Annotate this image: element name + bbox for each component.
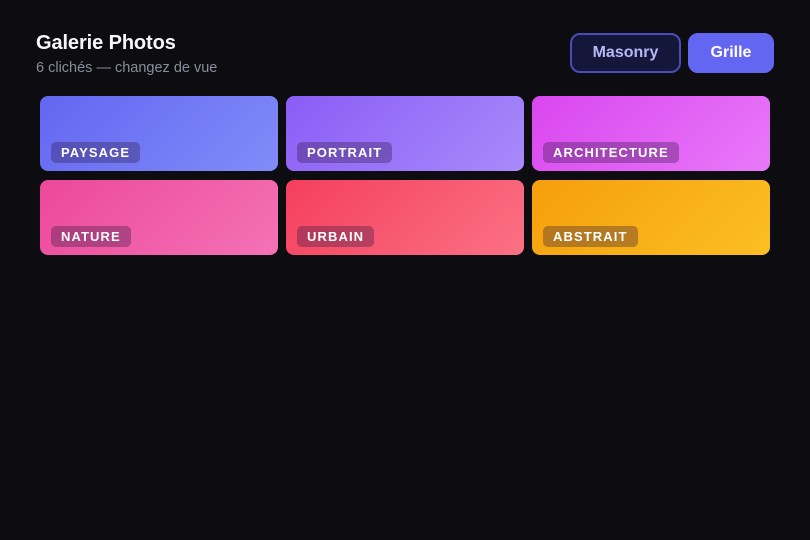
- view-toggle: Masonry Grille: [570, 33, 774, 73]
- gallery-app: Galerie Photos 6 clichés — changez de vu…: [0, 0, 810, 540]
- photo-category-label: PORTRAIT: [297, 142, 393, 163]
- photo-grid: PAYSAGE PORTRAIT ARCHITECTURE NATURE URB…: [40, 96, 770, 255]
- grid-view-button[interactable]: Grille: [688, 33, 774, 73]
- photo-card-urbain[interactable]: URBAIN: [286, 180, 524, 255]
- photo-category-label: PAYSAGE: [51, 142, 141, 163]
- photo-category-label: ARCHITECTURE: [543, 142, 679, 163]
- photo-category-label: NATURE: [51, 226, 131, 247]
- photo-category-label: ABSTRAIT: [543, 226, 638, 247]
- photo-card-architecture[interactable]: ARCHITECTURE: [532, 96, 770, 171]
- photo-card-portrait[interactable]: PORTRAIT: [286, 96, 524, 171]
- page-header: Galerie Photos 6 clichés — changez de vu…: [36, 31, 217, 77]
- masonry-view-button[interactable]: Masonry: [570, 33, 681, 73]
- page-subtitle: 6 clichés — changez de vue: [36, 60, 218, 76]
- photo-card-nature[interactable]: NATURE: [40, 180, 278, 255]
- photo-card-paysage[interactable]: PAYSAGE: [40, 96, 278, 171]
- page-title: Galerie Photos: [36, 32, 176, 54]
- photo-category-label: URBAIN: [297, 226, 375, 247]
- photo-card-abstrait[interactable]: ABSTRAIT: [532, 180, 770, 255]
